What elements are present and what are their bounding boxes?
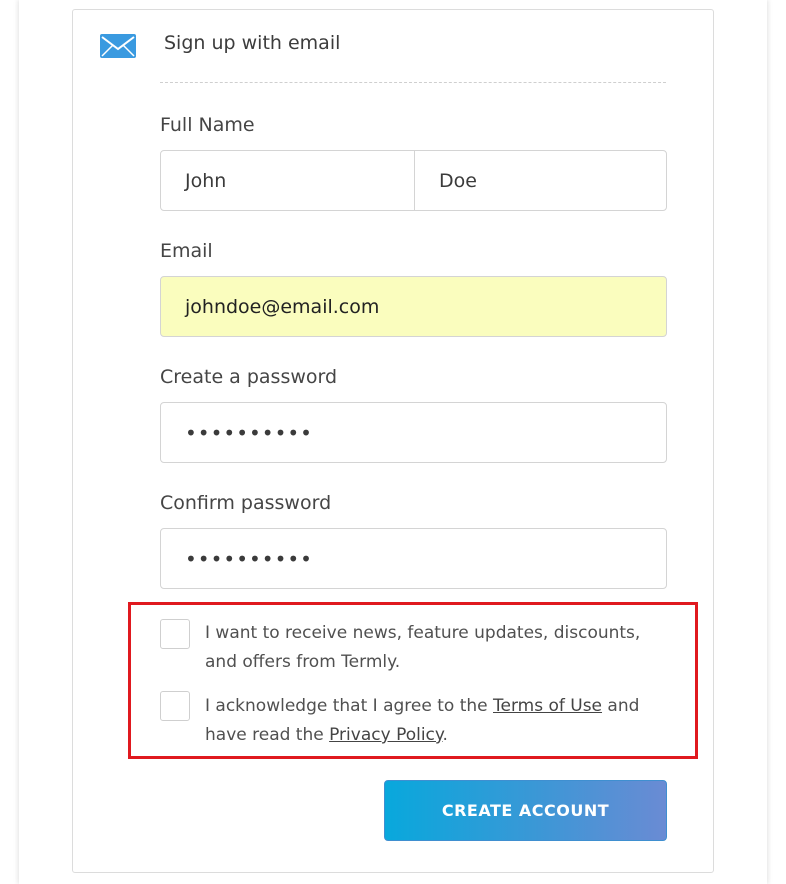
email-label: Email	[160, 240, 213, 262]
terms-of-use-link[interactable]: Terms of Use	[493, 696, 602, 716]
terms-prefix: I acknowledge that I agree to the	[205, 696, 493, 716]
divider	[160, 82, 666, 83]
confirm-password-label: Confirm password	[160, 492, 332, 514]
password-label: Create a password	[160, 366, 338, 388]
mail-icon	[100, 34, 136, 58]
first-name-input[interactable]: John	[160, 150, 416, 211]
terms-suffix: .	[442, 725, 448, 745]
last-name-input[interactable]: Doe	[414, 150, 667, 211]
email-input[interactable]: johndoe@email.com	[160, 276, 667, 337]
create-account-button[interactable]: CREATE ACCOUNT	[384, 780, 667, 841]
newsletter-checkbox[interactable]	[160, 619, 190, 649]
newsletter-consent-text: I want to receive news, feature updates,…	[205, 623, 641, 672]
privacy-policy-link[interactable]: Privacy Policy	[329, 725, 442, 745]
confirm-password-input[interactable]: ••••••••••	[160, 528, 667, 589]
terms-checkbox[interactable]	[160, 691, 190, 721]
signup-heading: Sign up with email	[164, 32, 341, 54]
terms-consent-text: I acknowledge that I agree to the Terms …	[205, 692, 675, 750]
full-name-label: Full Name	[160, 114, 255, 136]
password-input[interactable]: ••••••••••	[160, 402, 667, 463]
